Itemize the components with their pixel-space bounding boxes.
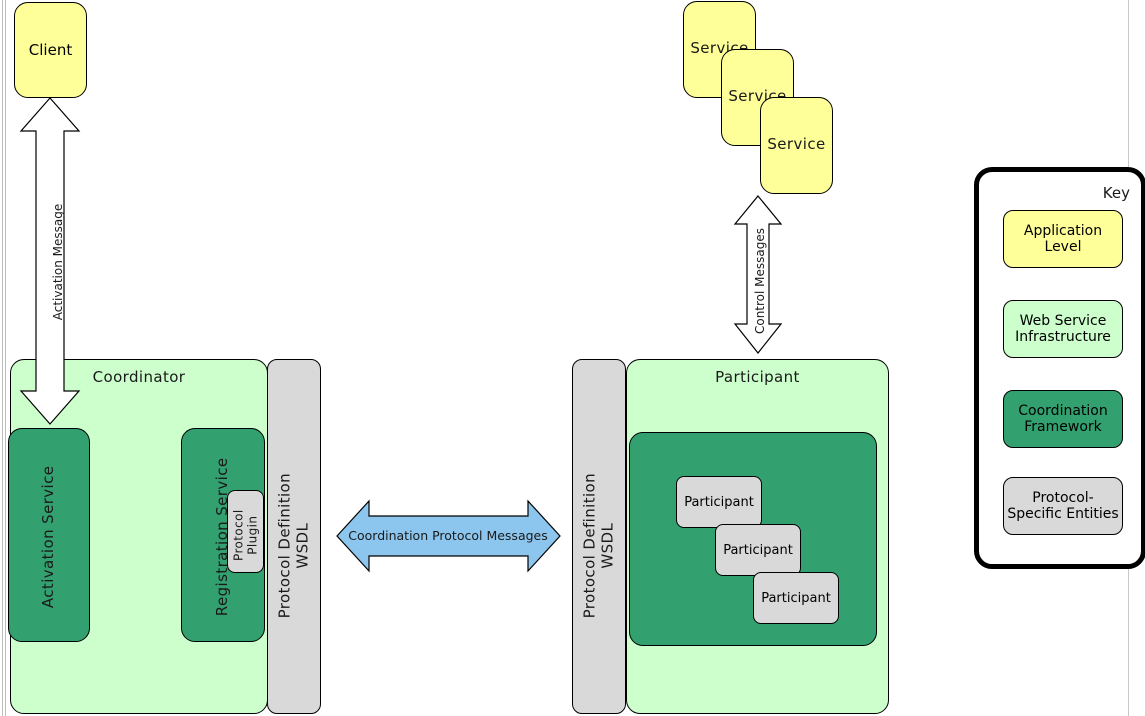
key-label-application-level: Application Level xyxy=(1023,223,1103,255)
inner-participant-box-1[interactable]: Participant xyxy=(676,476,762,528)
coordination-protocol-messages-label: Coordination Protocol Messages xyxy=(348,528,548,543)
control-messages-label: Control Messages xyxy=(753,227,767,335)
activation-message-label: Activation Message xyxy=(51,203,65,321)
client-box[interactable]: Client xyxy=(14,2,87,98)
key-label-protocol-specific-entities: Protocol- Specific Entities xyxy=(1007,490,1119,522)
key-label-web-service-infrastructure: Web Service Infrastructure xyxy=(1015,313,1111,345)
protocol-plugin-box[interactable]: Protocol Plugin xyxy=(227,490,264,573)
key-label-coordination-framework: Coordination Framework xyxy=(1018,403,1108,435)
inner-participant-box-3[interactable]: Participant xyxy=(753,572,839,624)
page-edge-rule-left-inner xyxy=(5,0,6,716)
key-swatch-web-service-infrastructure: Web Service Infrastructure xyxy=(1003,300,1123,358)
inner-participant-box-2[interactable]: Participant xyxy=(715,524,801,576)
key-swatch-protocol-specific-entities: Protocol- Specific Entities xyxy=(1003,477,1123,535)
service-box-3[interactable]: Service xyxy=(760,97,833,194)
key-title: Key xyxy=(1102,184,1130,202)
service-label-3: Service xyxy=(767,135,826,153)
inner-participant-label-3: Participant xyxy=(761,590,831,606)
page-edge-rule-left xyxy=(2,0,3,716)
inner-participant-label-2: Participant xyxy=(723,542,793,558)
client-label: Client xyxy=(28,41,73,59)
activation-service-label: Activation Service xyxy=(39,465,58,609)
protocol-plugin-label: Protocol Plugin xyxy=(231,509,260,561)
participant-wsdl-label: Protocol Definition WSDL xyxy=(580,472,616,619)
key-swatch-coordination-framework: Coordination Framework xyxy=(1003,390,1123,448)
activation-service-box[interactable]: Activation Service xyxy=(8,428,90,642)
key-swatch-application-level: Application Level xyxy=(1003,210,1123,268)
inner-participant-label-1: Participant xyxy=(684,494,754,510)
coordinator-wsdl-box[interactable]: Protocol Definition WSDL xyxy=(267,359,321,714)
participant-wsdl-box[interactable]: Protocol Definition WSDL xyxy=(572,359,626,714)
key-panel: Key Application Level Web Service Infras… xyxy=(974,167,1145,569)
coordinator-title: Coordinator xyxy=(92,368,186,386)
coordinator-wsdl-label: Protocol Definition WSDL xyxy=(275,472,311,619)
diagram-canvas: Client Service Service Service Coordinat… xyxy=(0,0,1145,716)
participant-title: Participant xyxy=(715,368,800,386)
